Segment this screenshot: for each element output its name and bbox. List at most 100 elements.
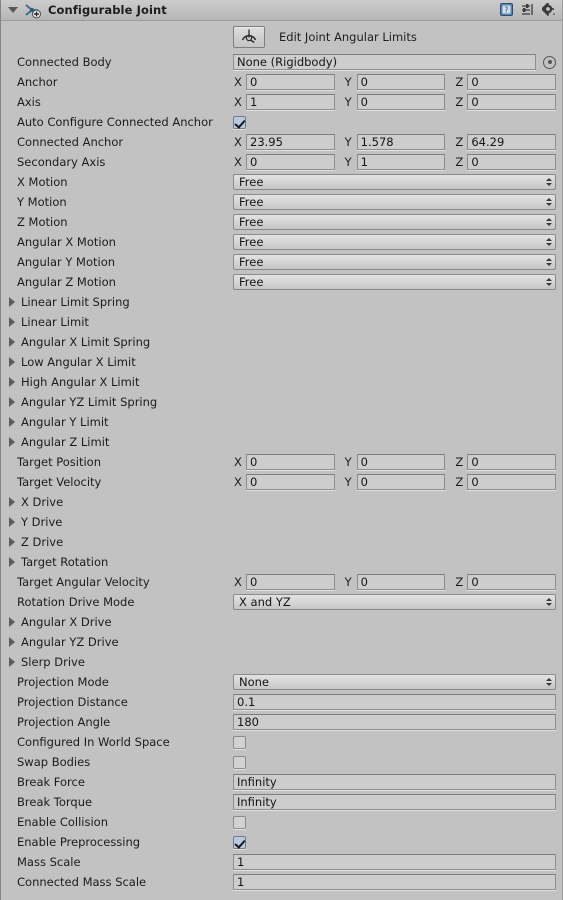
property-fields: None (Rigidbody) [233, 54, 562, 70]
dropdown-rotation-drive-mode[interactable]: X and YZ [233, 594, 556, 610]
dropdown-z-motion[interactable]: Free [233, 214, 556, 230]
chevron-right-icon[interactable] [9, 517, 15, 527]
checkbox-auto-configure-connected-anchor[interactable] [233, 115, 246, 129]
property-list: Connected Body None (Rigidbody) Anchor X 0 Y 0… [1, 52, 562, 892]
property-row-high-angular-x-limit[interactable]: High Angular X Limit [1, 372, 562, 392]
dropdown-projection-mode[interactable]: None [233, 674, 556, 690]
vector3-x-input[interactable]: 0 [246, 474, 335, 490]
text-input-break-torque[interactable]: Infinity [233, 794, 556, 810]
chevron-right-icon[interactable] [9, 537, 15, 547]
vector3-x-input[interactable]: 0 [246, 454, 335, 470]
property-row-linear-limit[interactable]: Linear Limit [1, 312, 562, 332]
chevron-right-icon[interactable] [9, 497, 15, 507]
vector3-y-input[interactable]: 0 [356, 94, 446, 110]
property-row-angular-yz-limit-spring[interactable]: Angular YZ Limit Spring [1, 392, 562, 412]
axis-label-x: X [234, 475, 242, 489]
text-input-break-force[interactable]: Infinity [233, 774, 556, 790]
property-row-angular-z-limit[interactable]: Angular Z Limit [1, 432, 562, 452]
vector3-y-input[interactable]: 0 [356, 454, 446, 470]
text-input-mass-scale[interactable]: 1 [233, 854, 556, 870]
vector3-z-input[interactable]: 0 [467, 74, 557, 90]
vector3-x-input[interactable]: 0 [246, 74, 335, 90]
text-input-connected-mass-scale[interactable]: 1 [233, 874, 556, 890]
vector3-y-input[interactable]: 1 [356, 154, 446, 170]
property-row-z-drive[interactable]: Z Drive [1, 532, 562, 552]
dropdown-value: Free [239, 215, 264, 229]
object-picker-icon[interactable] [543, 55, 556, 69]
header-icon-group: ? [500, 0, 556, 21]
chevron-right-icon[interactable] [9, 417, 15, 427]
vector3-y-input[interactable]: 0 [356, 574, 446, 590]
vector3-field: X1Y0Z0 [233, 94, 557, 110]
property-row-rotation-drive-mode: Rotation Drive Mode X and YZ [1, 592, 562, 612]
vector3-z-input[interactable]: 0 [467, 454, 557, 470]
checkbox-configured-in-world-space[interactable] [233, 735, 246, 749]
property-row-angular-y-limit[interactable]: Angular Y Limit [1, 412, 562, 432]
dropdown-angular-y-motion[interactable]: Free [233, 254, 556, 270]
property-label: Angular Y Limit [21, 415, 109, 429]
property-row-angular-x-limit-spring[interactable]: Angular X Limit Spring [1, 332, 562, 352]
dropdown-y-motion[interactable]: Free [233, 194, 556, 210]
checkbox-swap-bodies[interactable] [233, 755, 246, 769]
vector3-z-input[interactable]: 64.29 [467, 134, 557, 150]
vector3-z-input[interactable]: 0 [467, 574, 557, 590]
chevron-right-icon[interactable] [9, 377, 15, 387]
property-row-x-drive[interactable]: X Drive [1, 492, 562, 512]
text-input-projection-angle[interactable]: 180 [233, 714, 556, 730]
vector3-x-input[interactable]: 23.95 [246, 134, 335, 150]
property-row-low-angular-x-limit[interactable]: Low Angular X Limit [1, 352, 562, 372]
property-row-y-motion: Y Motion Free [1, 192, 562, 212]
property-row-angular-yz-drive[interactable]: Angular YZ Drive [1, 632, 562, 652]
preset-icon[interactable] [521, 1, 534, 20]
help-icon[interactable]: ? [500, 1, 513, 20]
dropdown-angular-x-motion[interactable]: Free [233, 234, 556, 250]
chevron-right-icon[interactable] [9, 297, 15, 307]
chevron-right-icon[interactable] [9, 437, 15, 447]
axis-label-z: Z [455, 455, 464, 469]
text-input-projection-distance[interactable]: 0.1 [233, 694, 556, 710]
property-label: Rotation Drive Mode [17, 595, 135, 609]
property-fields [233, 115, 562, 129]
gear-icon[interactable] [540, 1, 556, 20]
property-fields [233, 755, 562, 769]
triangle-down-icon[interactable] [8, 7, 18, 13]
property-label: Z Drive [21, 535, 64, 549]
vector3-y-input[interactable]: 0 [356, 474, 446, 490]
vector3-x-input[interactable]: 0 [246, 154, 335, 170]
chevron-right-icon[interactable] [9, 397, 15, 407]
property-row-linear-limit-spring[interactable]: Linear Limit Spring [1, 292, 562, 312]
dropdown-angular-z-motion[interactable]: Free [233, 274, 556, 290]
component-header[interactable]: Configurable Joint ? [1, 0, 562, 21]
edit-joint-angular-limits-button[interactable] [233, 25, 265, 48]
property-row-angular-x-drive[interactable]: Angular X Drive [1, 612, 562, 632]
property-row-slerp-drive[interactable]: Slerp Drive [1, 652, 562, 672]
property-fields: None [233, 674, 562, 690]
chevron-right-icon[interactable] [9, 357, 15, 367]
property-fields: X0Y0Z0 [233, 74, 562, 90]
chevron-right-icon[interactable] [9, 337, 15, 347]
property-label: Angular YZ Drive [21, 635, 119, 649]
chevron-right-icon[interactable] [9, 317, 15, 327]
vector3-x-input[interactable]: 0 [246, 574, 335, 590]
axis-label-z: Z [455, 135, 464, 149]
property-row-y-drive[interactable]: Y Drive [1, 512, 562, 532]
chevron-right-icon[interactable] [9, 617, 15, 627]
property-row-swap-bodies: Swap Bodies [1, 752, 562, 772]
vector3-z-input[interactable]: 0 [467, 474, 557, 490]
object-field-connected-body[interactable]: None (Rigidbody) [233, 54, 536, 70]
chevron-right-icon[interactable] [9, 557, 15, 567]
chevron-right-icon[interactable] [9, 657, 15, 667]
property-row-break-torque: Break Torque Infinity [1, 792, 562, 812]
vector3-y-input[interactable]: 0 [356, 74, 446, 90]
vector3-x-input[interactable]: 1 [246, 94, 335, 110]
checkbox-enable-collision[interactable] [233, 815, 246, 829]
vector3-z-input[interactable]: 0 [467, 154, 557, 170]
dropdown-x-motion[interactable]: Free [233, 174, 556, 190]
property-label: Auto Configure Connected Anchor [17, 115, 213, 129]
checkbox-enable-preprocessing[interactable] [233, 835, 246, 849]
property-row-target-rotation[interactable]: Target Rotation [1, 552, 562, 572]
vector3-y-input[interactable]: 1.578 [356, 134, 446, 150]
axis-label-x: X [234, 455, 242, 469]
vector3-z-input[interactable]: 0 [467, 94, 557, 110]
chevron-right-icon[interactable] [9, 637, 15, 647]
